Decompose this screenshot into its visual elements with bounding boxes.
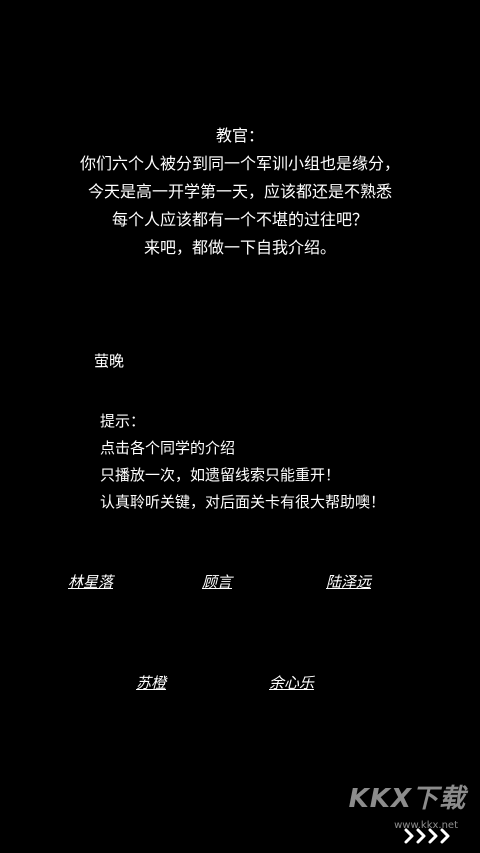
student-link-gu-yan[interactable]: 顾言 [202,571,232,592]
hint-line: 认真聆听关键，对后面关卡有很大帮助噢！ [100,493,386,511]
student-link-lu-zeyuan[interactable]: 陆泽远 [326,571,371,592]
student-link-yu-xinle[interactable]: 余心乐 [269,672,314,693]
student-link-su-cheng[interactable]: 苏橙 [136,672,166,693]
dialog-line: 你们六个人被分到同一个军训小组也是缘分， [79,154,400,173]
player-name: 萤晚 [94,352,125,370]
dialog-speaker: 教官： [215,126,264,145]
hint-line: 只播放一次，如遗留线索只能重开！ [100,466,341,484]
dialog-line: 今天是高一开学第一天，应该都还是不熟悉 [87,182,392,201]
instructor-dialog: 教官： 你们六个人被分到同一个军训小组也是缘分， 今天是高一开学第一天，应该都还… [0,122,480,262]
dialog-line: 每个人应该都有一个不堪的过往吧？ [111,210,368,229]
skip-button[interactable] [402,827,462,845]
watermark-logo: KKX下载 [348,784,466,814]
hint-line: 点击各个同学的介绍 [100,439,236,457]
hint-box: 提示： 点击各个同学的介绍 只播放一次，如遗留线索只能重开！ 认真聆听关键，对后… [100,408,385,516]
student-link-lin-xingluo[interactable]: 林星落 [68,571,113,592]
hint-title: 提示： [100,412,146,430]
dialog-line: 来吧，都做一下自我介绍。 [143,238,336,257]
fast-forward-icon [404,828,450,844]
